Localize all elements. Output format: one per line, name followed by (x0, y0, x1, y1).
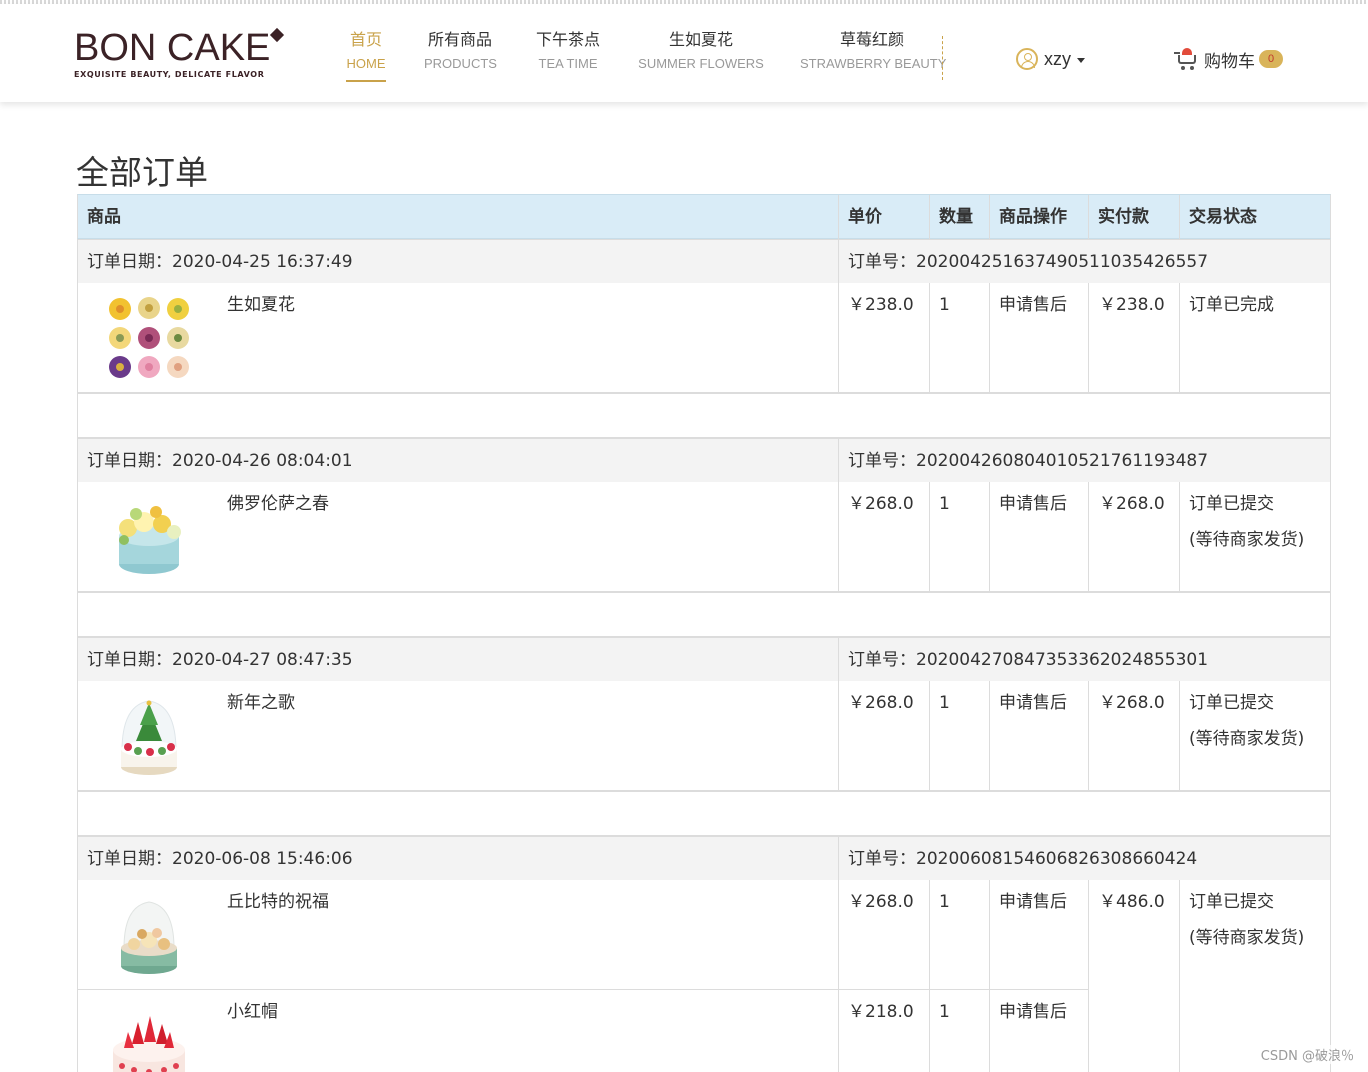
page-title: 全部订单 (76, 153, 208, 192)
watermark: CSDN @破浪％ (1260, 1045, 1354, 1064)
nav-active-underline (346, 80, 386, 82)
order-item-group: 丘比特的祝福 ￥268.0 1 申请售后 小红帽 ￥218.0 1 申请售后 ￥… (77, 880, 1331, 1072)
after-sales-link[interactable]: 申请售后 (999, 685, 1067, 721)
order-status: 订单已完成 (1189, 295, 1274, 315)
after-sales-link[interactable]: 申请售后 (999, 486, 1067, 522)
nav-strawberry-beauty-en: STRAWBERRY BEAUTY (800, 56, 947, 71)
order-status-note: (等待商家发货) (1189, 928, 1305, 948)
flower-cake-image[interactable] (104, 492, 194, 582)
unit-price: ￥218.0 (848, 1002, 914, 1022)
order-date: 订单日期：2020-04-27 08:47:35 (87, 650, 353, 670)
quantity: 1 (939, 494, 950, 514)
paid-amount: ￥268.0 (1099, 494, 1165, 514)
col-status: 交易状态 (1189, 207, 1257, 227)
paid-amount: ￥486.0 (1099, 892, 1165, 912)
order-meta-row: 订单日期：2020-04-25 16:37:49 订单号：20200425163… (77, 239, 1331, 284)
paid-amount: ￥238.0 (1099, 295, 1165, 315)
flower-cupcakes-image[interactable] (104, 293, 194, 383)
unit-price: ￥268.0 (848, 494, 914, 514)
order-status: 订单已提交 (等待商家发货) (1189, 685, 1304, 757)
product-name[interactable]: 生如夏花 (227, 287, 295, 323)
dome-cake-image[interactable] (104, 890, 194, 980)
nav-home[interactable]: 首页 HOME (344, 28, 388, 90)
brand-logo[interactable]: BON CAKE EXQUISITE BEAUTY, DELICATE FLAV… (74, 27, 294, 84)
col-item-action: 商品操作 (999, 207, 1067, 227)
order-number: 订单号：20200608154606826308660424 (848, 849, 1198, 869)
order-status-note: (等待商家发货) (1189, 530, 1305, 550)
christmas-tree-cake-image[interactable] (104, 691, 194, 781)
strawberry-cake-image[interactable] (104, 1000, 194, 1072)
col-unit-price: 单价 (848, 207, 882, 227)
product-name[interactable]: 丘比特的祝福 (227, 884, 329, 920)
product-name[interactable]: 佛罗伦萨之春 (227, 486, 329, 522)
order-meta-row: 订单日期：2020-06-08 15:46:06 订单号：20200608154… (77, 836, 1331, 881)
order-meta-row: 订单日期：2020-04-26 08:04:01 订单号：20200426080… (77, 438, 1331, 483)
unit-price: ￥268.0 (848, 892, 914, 912)
nav-tea-time-en: TEA TIME (538, 56, 598, 71)
unit-price: ￥268.0 (848, 693, 914, 713)
nav-summer-flowers[interactable]: 生如夏花 SUMMER FLOWERS (638, 28, 764, 90)
cart-label: 购物车 (1204, 51, 1255, 72)
quantity: 1 (939, 693, 950, 713)
col-quantity: 数量 (939, 207, 973, 227)
order-status-note: (等待商家发货) (1189, 729, 1305, 749)
product-name[interactable]: 新年之歌 (227, 685, 295, 721)
order-status-line: 订单已提交 (1189, 494, 1274, 514)
nav-summer-flowers-en: SUMMER FLOWERS (638, 56, 764, 71)
site-header: BON CAKE EXQUISITE BEAUTY, DELICATE FLAV… (0, 4, 1368, 102)
order-date: 订单日期：2020-06-08 15:46:06 (87, 849, 353, 869)
order-item-row: 生如夏花 ￥238.0 1 申请售后 ￥238.0 订单已完成 (77, 283, 1331, 393)
nav-tea-time[interactable]: 下午茶点 TEA TIME (534, 28, 602, 90)
nav-products-en: PRODUCTS (424, 56, 497, 71)
nav-home-cn: 首页 (349, 30, 382, 49)
order-number: 订单号：202004251637490511035426557 (848, 252, 1209, 272)
chevron-down-icon (1077, 57, 1085, 63)
col-paid: 实付款 (1098, 207, 1149, 227)
order-meta-row: 订单日期：2020-04-27 08:47:35 订单号：20200427084… (77, 637, 1331, 682)
order-date: 订单日期：2020-04-26 08:04:01 (87, 451, 353, 471)
order-status-line: 订单已提交 (1189, 892, 1274, 912)
product-name[interactable]: 小红帽 (227, 994, 278, 1030)
order-spacer (77, 592, 1331, 637)
nav-strawberry-beauty[interactable]: 草莓红颜 STRAWBERRY BEAUTY (800, 28, 947, 90)
nav-summer-flowers-cn: 生如夏花 (668, 30, 733, 49)
order-item-row: 新年之歌 ￥268.0 1 申请售后 ￥268.0 订单已提交 (等待商家发货) (77, 681, 1331, 791)
nav-tea-time-cn: 下午茶点 (535, 30, 600, 49)
nav-products[interactable]: 所有商品 PRODUCTS (424, 28, 497, 90)
quantity: 1 (939, 295, 950, 315)
order-status: 订单已提交 (等待商家发货) (1189, 884, 1304, 956)
order-date: 订单日期：2020-04-25 16:37:49 (87, 252, 353, 272)
unit-price: ￥238.0 (848, 295, 914, 315)
order-number: 订单号：202004270847353362024855301 (848, 650, 1209, 670)
order-item-row: 佛罗伦萨之春 ￥268.0 1 申请售后 ￥268.0 订单已提交 (等待商家发… (77, 482, 1331, 592)
col-product: 商品 (87, 207, 121, 227)
cart-link[interactable]: 购物车 0 (1174, 46, 1283, 72)
after-sales-link[interactable]: 申请售后 (999, 884, 1067, 920)
cart-icon (1174, 48, 1198, 70)
nav-strawberry-beauty-cn: 草莓红颜 (839, 30, 904, 49)
paid-amount: ￥268.0 (1099, 693, 1165, 713)
order-spacer (77, 393, 1331, 438)
cart-count-badge: 0 (1259, 50, 1283, 68)
quantity: 1 (939, 892, 950, 912)
quantity: 1 (939, 1002, 950, 1022)
nav-separator (942, 36, 943, 80)
logo-title: BON CAKE (74, 27, 271, 69)
user-menu[interactable]: xzy (1016, 46, 1085, 72)
user-icon (1016, 48, 1038, 70)
nav-products-cn: 所有商品 (427, 30, 492, 49)
after-sales-link[interactable]: 申请售后 (999, 287, 1067, 323)
nav-home-en: HOME (346, 56, 386, 71)
order-status: 订单已提交 (等待商家发货) (1189, 486, 1304, 558)
after-sales-link[interactable]: 申请售后 (999, 994, 1067, 1030)
order-number: 订单号：202004260804010521761193487 (848, 451, 1209, 471)
logo-tagline: EXQUISITE BEAUTY, DELICATE FLAVOR (74, 70, 265, 79)
order-spacer (77, 791, 1331, 836)
user-name: xzy (1044, 48, 1071, 69)
order-status-line: 订单已提交 (1189, 693, 1274, 713)
table-header: 商品 单价 数量 商品操作 实付款 交易状态 (77, 194, 1331, 239)
